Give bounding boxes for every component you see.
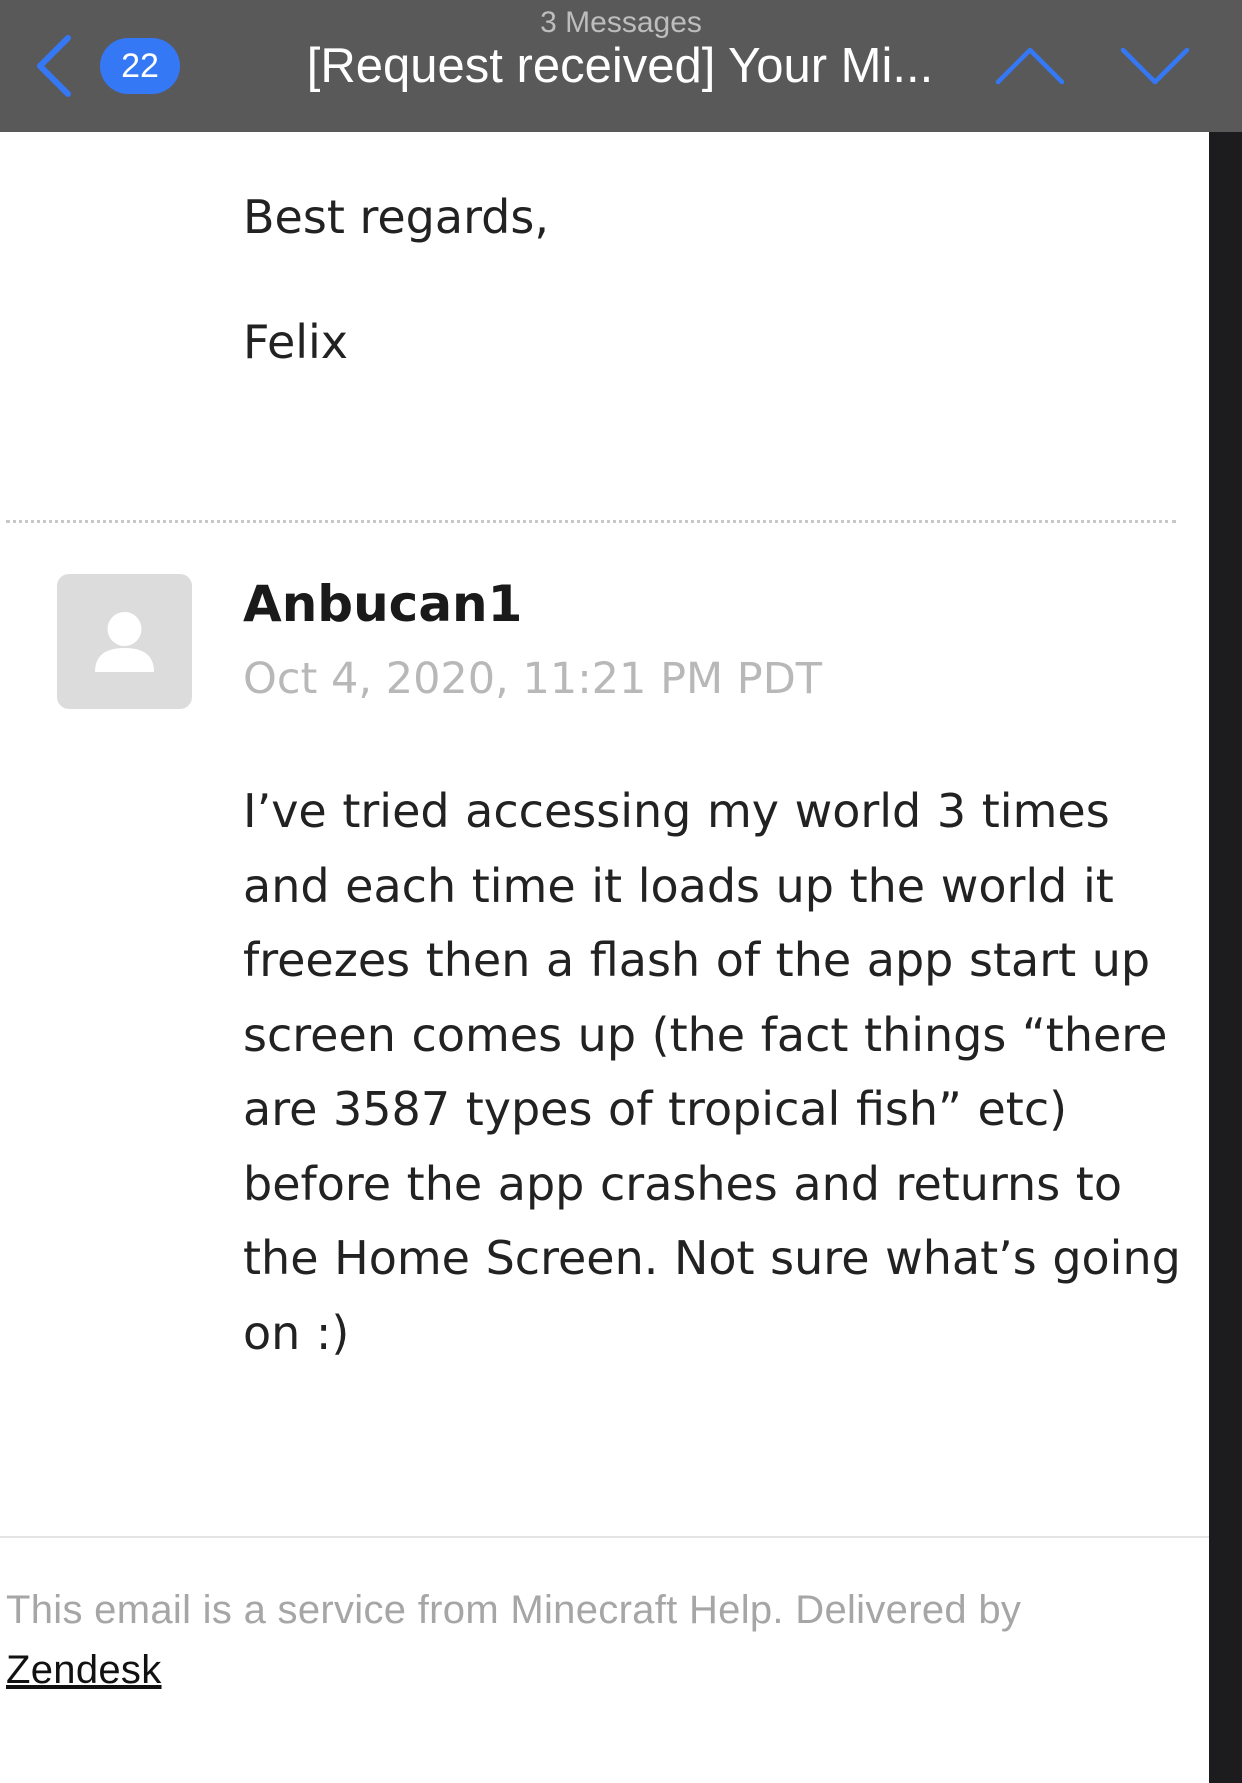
chevron-down-icon: [1120, 47, 1190, 85]
message-body: I’ve tried accessing my world 3 times an…: [243, 784, 1181, 1360]
closing-line: Best regards,: [243, 190, 549, 244]
avatar: [57, 574, 192, 709]
email-subject: [Request received] Your Mi...: [306, 39, 934, 93]
message-divider: [6, 520, 1176, 523]
previous-message-button[interactable]: [990, 40, 1070, 90]
footer-text: This email is a service from Minecraft H…: [6, 1588, 1022, 1632]
chevron-left-icon: [37, 35, 71, 97]
zendesk-link[interactable]: Zendesk: [6, 1648, 162, 1692]
footer: This email is a service from Minecraft H…: [6, 1580, 1196, 1700]
footer-divider: [0, 1536, 1209, 1538]
chevron-up-icon: [995, 47, 1065, 85]
sender-name: Anbucan1: [243, 575, 523, 633]
side-strip: [1209, 132, 1242, 1783]
unread-count-badge[interactable]: 22: [100, 38, 180, 94]
next-message-button[interactable]: [1115, 40, 1195, 90]
message-timestamp: Oct 4, 2020, 11:21 PM PDT: [243, 654, 823, 704]
back-button[interactable]: [30, 30, 80, 102]
navigation-bar: 3 Messages 22 [Request received] Your Mi…: [0, 0, 1242, 132]
signature-name: Felix: [243, 315, 349, 369]
person-icon: [95, 612, 154, 672]
